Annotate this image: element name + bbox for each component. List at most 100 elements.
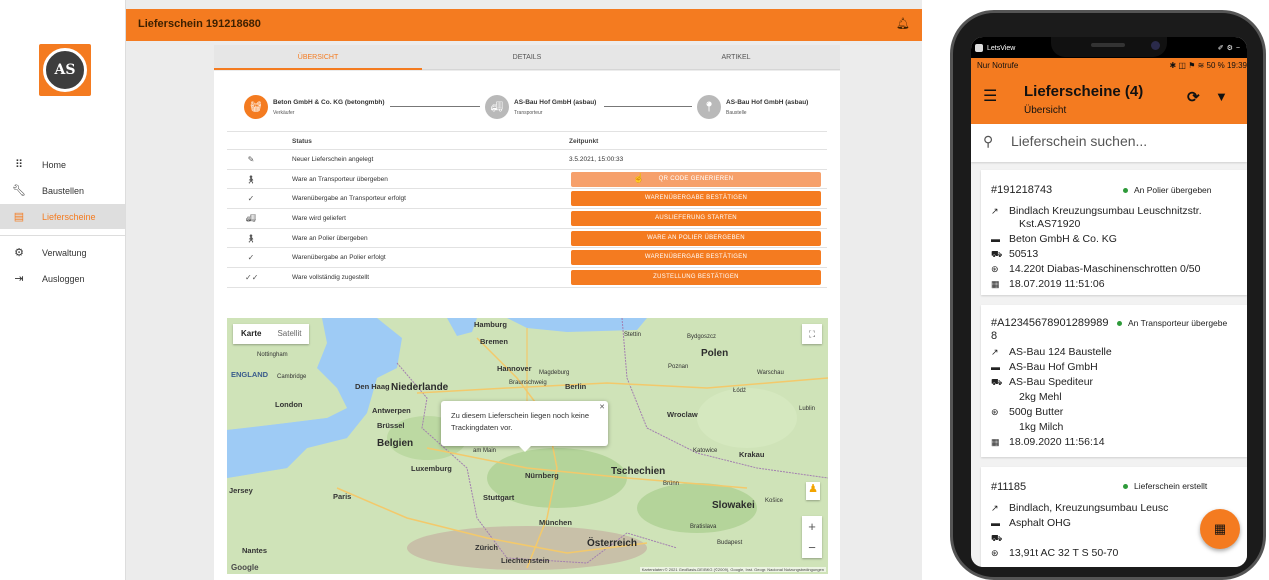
app-title: Lieferscheine (4) xyxy=(1024,83,1144,100)
line-text: 14.220t Diabas-Maschinenschrotten 0/50 xyxy=(1009,263,1201,275)
map-label: London xyxy=(275,400,303,409)
wrench-icon: 🔧︎ xyxy=(12,185,26,197)
tab-details[interactable]: DETAILS xyxy=(423,45,631,70)
search-input[interactable]: Lieferschein suchen... xyxy=(1011,133,1147,149)
logout-icon: ⇥ xyxy=(14,273,24,285)
map-label: Bydgoszcz xyxy=(687,334,717,340)
status-left: Nur Notrufe xyxy=(977,61,1019,70)
qr-code-button[interactable]: QR CODE GENERIEREN ☝ xyxy=(571,171,821,187)
tab-artikel[interactable]: ARTIKEL xyxy=(632,45,840,70)
card-line: ↗ AS-Bau 124 Baustelle xyxy=(991,346,1112,358)
map-attribution[interactable]: Kartendaten © 2021 GeoBasis-DE/BKG (©200… xyxy=(639,567,826,572)
sidebar-item-home[interactable]: ⠿ Home xyxy=(0,152,125,177)
building-icon: ▬ xyxy=(991,234,1000,244)
map-label: Jersey xyxy=(229,486,253,495)
map-label: Hannover xyxy=(497,364,532,373)
search-bar[interactable]: ⚲ Lieferschein suchen... xyxy=(971,124,1247,162)
app-bar: ☰ Lieferscheine (4) Übersicht ⟳ ▼ xyxy=(971,72,1247,124)
delivery-card[interactable]: #A12345678901289989 8 An Transporteur üb… xyxy=(981,305,1247,457)
map-type-satellit-button[interactable]: Satellit xyxy=(269,324,309,344)
confirm-handover-polier-button[interactable]: WARENÜBERGABE BESTÄTIGEN xyxy=(571,250,821,266)
status-dot xyxy=(1117,321,1122,327)
bell-icon[interactable]: 🔔︎ xyxy=(896,17,910,30)
zoom-out-button[interactable]: − xyxy=(802,537,822,558)
qr-scan-fab[interactable]: ▦ xyxy=(1200,509,1240,549)
sidebar-item-ausloggen[interactable]: ⇥ Ausloggen xyxy=(0,266,125,291)
map-label: Slowakei xyxy=(712,500,755,511)
map-label: Zürich xyxy=(475,543,498,552)
status-text: An Polier übergeben xyxy=(1134,185,1212,195)
card-line: ▬ AS-Bau Hof GmbH xyxy=(991,361,1098,373)
sidebar-item-lieferscheine[interactable]: ▤ Lieferscheine xyxy=(0,204,125,229)
filter-icon[interactable]: ▼ xyxy=(1215,89,1228,104)
line-text: 18.09.2020 11:56:14 xyxy=(1009,436,1105,448)
delivery-id: #A12345678901289989 xyxy=(991,317,1109,329)
map-label: Bremen xyxy=(480,337,508,346)
hamburger-menu-icon[interactable]: ☰ xyxy=(983,86,997,106)
refresh-icon[interactable]: ⟳ xyxy=(1187,88,1200,106)
column-header-status: Status xyxy=(292,138,312,145)
line-text: Bindlach, Kreuzungsumbau Leusc xyxy=(1009,502,1169,514)
map-label: Katowice xyxy=(693,448,718,454)
location-pin-icon: 📍︎ xyxy=(697,95,721,119)
line-text: Asphalt OHG xyxy=(1009,517,1071,529)
site-icon: ↗ xyxy=(991,503,999,513)
truck-icon: 🚚︎ xyxy=(245,214,257,224)
fullscreen-icon[interactable]: ⛶ xyxy=(802,324,822,344)
google-logo: Google xyxy=(231,563,259,572)
check-icon: ✓ xyxy=(247,194,255,204)
zoom-in-button[interactable]: + xyxy=(802,516,822,537)
line-text: 18.07.2019 11:51:06 xyxy=(1009,278,1105,290)
handover-polier-button[interactable]: WARE AN POLIER ÜBERGEBEN xyxy=(571,230,821,246)
delivery-card[interactable]: #191218743 An Polier übergeben ↗ Bindlach… xyxy=(981,170,1247,295)
pegman-icon[interactable]: ♟ xyxy=(806,482,820,500)
map-label: Cambridge xyxy=(277,374,307,380)
map-label: Lublin xyxy=(799,406,816,412)
party-baustelle: 📍︎ AS-Bau Hof GmbH (asbau) Baustelle xyxy=(697,95,808,119)
map-label: Magdeburg xyxy=(539,370,570,376)
card-line: ▦ 18.07.2019 11:51:06 xyxy=(991,278,1105,290)
card-line: ⊛ 14.220t Diabas-Maschinenschrotten 0/50 xyxy=(991,263,1200,275)
table-row: ✓ Warenübergabe an Transporteur erfolgt … xyxy=(227,189,827,210)
delivery-id: #11185 xyxy=(991,481,1027,493)
map-label: Brünn xyxy=(663,481,680,487)
sidebar-item-baustellen[interactable]: 🔧︎ Baustellen xyxy=(0,178,125,203)
sidebar-item-label: Lieferscheine xyxy=(42,211,96,222)
list-icon: ▤ xyxy=(13,211,25,223)
map-info-window: ✕ Zu diesem Lieferschein liegen noch kei… xyxy=(441,401,608,452)
status-battery-time: 50 % 19:39 xyxy=(1206,61,1247,70)
check-icon: ✓ xyxy=(247,253,255,263)
map-type-karte-button[interactable]: Karte xyxy=(233,324,269,344)
app-subtitle: Übersicht xyxy=(1024,105,1067,116)
sidebar-item-label: Home xyxy=(42,159,67,170)
status-badge: An Transporteur übergebe xyxy=(1117,318,1227,328)
handover-icon: 🚶︎ xyxy=(245,233,257,243)
table-row: 🚶︎ Ware an Polier übergeben WARE AN POLI… xyxy=(227,229,827,249)
sidebar-item-label: Baustellen xyxy=(42,185,85,196)
map-label: am Main xyxy=(473,448,497,454)
card-line: ⊛ 500g Butter xyxy=(991,406,1063,418)
android-status-bar: Nur Notrufe ✱ ◫ ⚑ ≋ 50 % 19:39 xyxy=(971,58,1247,72)
map-label: Nantes xyxy=(242,546,268,555)
sidebar-item-verwaltung[interactable]: ⚙ Verwaltung xyxy=(0,240,125,265)
zoom-control: + − xyxy=(802,516,822,558)
app-logo[interactable]: AS xyxy=(39,44,91,96)
map-label: Berlin xyxy=(565,382,587,391)
status-table: Status Zeitpunkt ✎ Neuer Lieferschein an… xyxy=(227,131,827,288)
tab-uebersicht[interactable]: ÜBERSICHT xyxy=(214,45,422,70)
start-delivery-button[interactable]: AUSLIEFERUNG STARTEN xyxy=(571,211,821,227)
map-label: Bratislava xyxy=(690,524,717,530)
map-label: Brüssel xyxy=(377,421,405,430)
tracking-map[interactable]: Hamburg Bremen Stettin Bydgoszcz Polen P… xyxy=(227,318,828,574)
close-icon[interactable]: ✕ xyxy=(599,402,605,414)
party-connector xyxy=(604,106,692,107)
window-controls[interactable]: ✐⚙− xyxy=(1218,44,1243,52)
confirm-delivery-button[interactable]: ZUSTELLUNG BESTÄTIGEN xyxy=(571,270,821,286)
top-bar: Lieferschein 191218680 🔔︎ xyxy=(126,9,922,41)
confirm-handover-transporteur-button[interactable]: WARENÜBERGABE BESTÄTIGEN xyxy=(571,191,821,207)
line-text: 500g Butter xyxy=(1009,406,1064,418)
card-line-cont: Kst.AS71920 xyxy=(1019,218,1081,230)
sidebar-divider xyxy=(0,235,125,236)
line-text: 50513 xyxy=(1009,248,1039,260)
map-label: Budapest xyxy=(717,540,743,546)
